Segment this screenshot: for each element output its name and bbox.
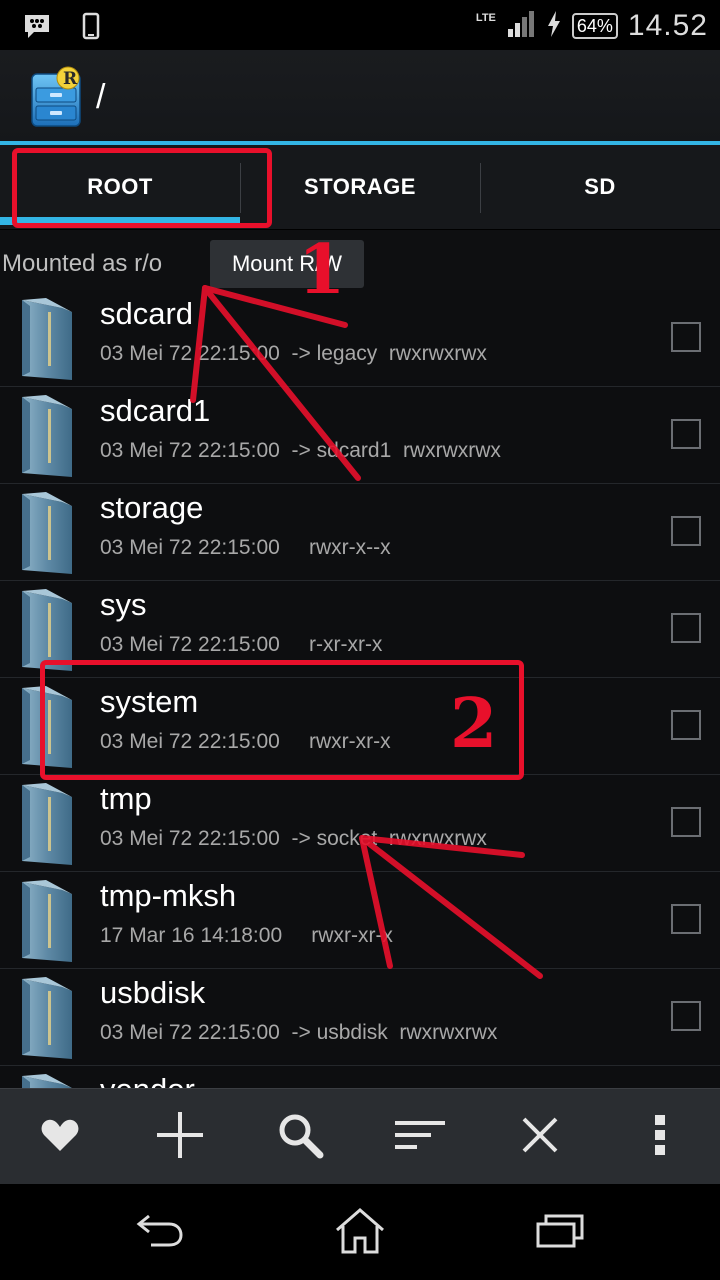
heart-icon (40, 1117, 80, 1158)
plus-icon (155, 1110, 205, 1165)
sort-button[interactable] (360, 1089, 480, 1185)
folder-icon (16, 1072, 78, 1088)
list-item[interactable]: vendor (0, 1066, 720, 1088)
search-button[interactable] (240, 1089, 360, 1185)
list-item[interactable]: usbdisk 03 Mei 72 22:15:00 -> usbdisk rw… (0, 969, 720, 1066)
svg-text:R: R (63, 69, 78, 89)
file-meta: 03 Mei 72 22:15:00 -> usbdisk rwxrwxrwx (100, 1021, 498, 1044)
file-name: sys (100, 587, 147, 622)
back-button[interactable] (120, 1202, 200, 1262)
network-type: LTE (475, 12, 496, 24)
mount-status: Mounted as r/o (2, 250, 163, 277)
file-name: sdcard1 (100, 393, 211, 428)
select-checkbox[interactable] (671, 807, 701, 837)
tab-storage-label: STORAGE (304, 174, 416, 199)
close-button[interactable] (480, 1089, 600, 1185)
file-name: sdcard (100, 296, 194, 331)
list-item[interactable]: storage 03 Mei 72 22:15:00 rwxr-x--x (0, 484, 720, 581)
list-item[interactable]: sdcard1 03 Mei 72 22:15:00 -> sdcard1 rw… (0, 387, 720, 484)
sort-icon (393, 1117, 447, 1158)
action-bar: R / (0, 50, 720, 142)
back-icon (135, 1212, 185, 1253)
bottom-toolbar (0, 1088, 720, 1185)
file-meta: 03 Mei 72 22:15:00 -> legacy rwxrwxrwx (100, 342, 487, 365)
phone-icon (82, 12, 100, 45)
select-checkbox[interactable] (671, 904, 701, 934)
battery-level: 64% (571, 13, 618, 39)
favorites-button[interactable] (0, 1089, 120, 1185)
more-vertical-icon (653, 1113, 667, 1162)
list-item[interactable]: tmp-mksh 17 Mar 16 14:18:00 rwxr-xr-x (0, 872, 720, 969)
file-meta: 03 Mei 72 22:15:00 -> socket rwxrwxrwx (100, 827, 487, 850)
folder-icon (16, 296, 78, 382)
annotation-box-root-tab (12, 148, 272, 228)
file-name: usbdisk (100, 975, 206, 1010)
list-item[interactable]: tmp 03 Mei 72 22:15:00 -> socket rwxrwxr… (0, 775, 720, 872)
select-checkbox[interactable] (671, 322, 701, 352)
folder-icon (16, 975, 78, 1061)
tab-sd-label: SD (584, 174, 616, 199)
mount-status-row: Mounted as r/o Mount R/W (0, 230, 720, 290)
current-path: / (96, 78, 106, 116)
select-checkbox[interactable] (671, 516, 701, 546)
folder-icon (16, 490, 78, 576)
file-name: tmp (100, 781, 152, 816)
root-explorer-logo-icon[interactable]: R (28, 66, 84, 128)
folder-icon (16, 393, 78, 479)
system-nav-bar (0, 1184, 720, 1280)
file-name: tmp-mksh (100, 878, 237, 913)
tab-storage[interactable]: STORAGE (240, 145, 480, 229)
clock: 14.52 (627, 9, 708, 42)
select-checkbox[interactable] (671, 613, 701, 643)
bbm-icon (22, 12, 52, 45)
annotation-number-2: 2 (450, 684, 498, 764)
tab-sd[interactable]: SD (480, 145, 720, 229)
select-checkbox[interactable] (671, 1001, 701, 1031)
search-icon (276, 1111, 324, 1164)
annotation-number-1: 1 (298, 230, 346, 310)
select-checkbox[interactable] (671, 710, 701, 740)
new-button[interactable] (120, 1089, 240, 1185)
home-button[interactable] (320, 1202, 400, 1262)
charging-icon (546, 10, 562, 43)
file-name: storage (100, 490, 204, 525)
file-name: vendor (100, 1072, 195, 1088)
recent-apps-button[interactable] (520, 1202, 600, 1262)
recent-apps-icon (535, 1212, 585, 1253)
file-meta: 17 Mar 16 14:18:00 rwxr-xr-x (100, 924, 393, 947)
close-icon (520, 1115, 560, 1160)
select-checkbox[interactable] (671, 419, 701, 449)
file-meta: 03 Mei 72 22:15:00 -> sdcard1 rwxrwxrwx (100, 439, 501, 462)
home-icon (333, 1206, 387, 1259)
list-item[interactable]: sdcard 03 Mei 72 22:15:00 -> legacy rwxr… (0, 290, 720, 387)
folder-icon (16, 781, 78, 867)
folder-icon (16, 878, 78, 964)
file-meta: 03 Mei 72 22:15:00 r-xr-xr-x (100, 633, 383, 656)
overflow-menu-button[interactable] (600, 1089, 720, 1185)
signal-icon (506, 9, 536, 44)
file-meta: 03 Mei 72 22:15:00 rwxr-x--x (100, 536, 391, 559)
status-bar: LTE 64% 14.52 (0, 0, 720, 50)
